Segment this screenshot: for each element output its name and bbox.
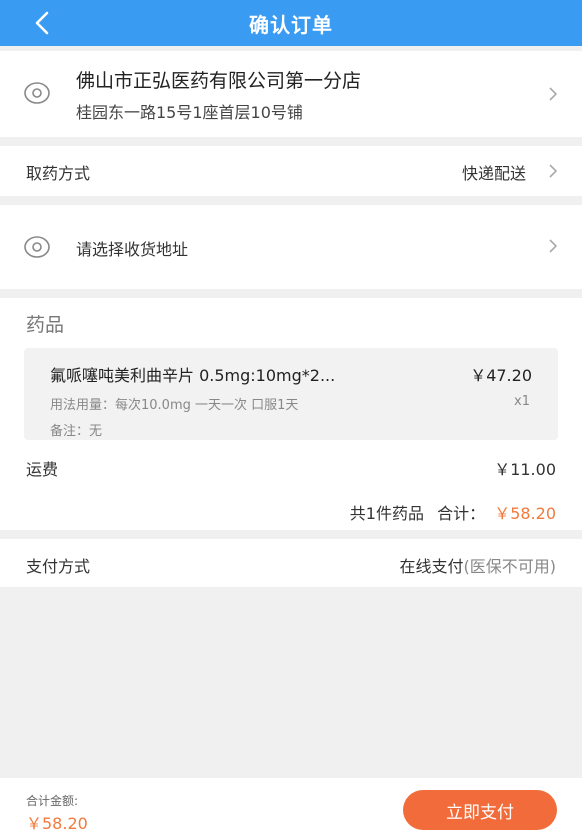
- medicine-name: 氟哌噻吨美利曲辛片 0.5mg:10mg*2...: [50, 366, 336, 385]
- payment-method-row[interactable]: 支付方式 在线支付(医保不可用): [0, 539, 582, 587]
- subtotal-value: ￥58.20: [494, 504, 556, 523]
- store-card[interactable]: 佛山市正弘医药有限公司第一分店 桂园东一路15号1座首层10号铺: [0, 51, 582, 137]
- subtotal-label: 合计：: [437, 504, 486, 523]
- address-select-row[interactable]: 请选择收货地址: [0, 205, 582, 289]
- chevron-right-icon: [548, 238, 558, 254]
- chevron-left-icon: [35, 11, 49, 35]
- medicine-usage: 用法用量：每次10.0mg 一天一次 口服1天: [50, 398, 299, 413]
- pickup-method-label: 取药方式: [26, 164, 91, 183]
- payment-method-label: 支付方式: [26, 557, 91, 576]
- location-pin-icon: [24, 234, 50, 260]
- pay-now-button[interactable]: 立即支付: [403, 790, 557, 830]
- medicine-note: 备注：无: [50, 424, 103, 439]
- chevron-right-icon: [548, 163, 558, 179]
- shipping-label: 运费: [26, 460, 59, 479]
- shipping-value: ￥11.00: [494, 460, 556, 479]
- top-navigation-bar: 确认订单: [0, 0, 582, 46]
- store-name: 佛山市正弘医药有限公司第一分店: [76, 70, 362, 92]
- store-address: 桂园东一路15号1座首层10号铺: [76, 103, 303, 122]
- chevron-right-icon: [548, 86, 558, 102]
- back-button[interactable]: [26, 7, 58, 39]
- address-placeholder: 请选择收货地址: [76, 240, 189, 259]
- medicine-quantity: x1: [514, 394, 530, 409]
- payment-method-value: 在线支付: [399, 557, 464, 576]
- pickup-method-value: 快递配送: [461, 164, 526, 183]
- total-amount-value: ￥58.20: [26, 814, 88, 833]
- total-amount-label: 合计金额:: [26, 794, 79, 808]
- item-count: 共1件药品: [349, 504, 424, 523]
- order-summary: 共1件药品 合计： ￥58.20: [350, 500, 556, 524]
- payment-method-note: (医保不可用): [463, 557, 557, 576]
- pickup-method-row[interactable]: 取药方式 快递配送: [0, 146, 582, 196]
- medicine-item: 氟哌噻吨美利曲辛片 0.5mg:10mg*2... ￥47.20 用法用量：每次…: [24, 348, 558, 440]
- page-title: 确认订单: [249, 12, 333, 37]
- bottom-checkout-bar: 合计金额: ￥58.20 立即支付: [0, 778, 582, 838]
- medicine-section-title: 药品: [26, 314, 65, 336]
- medicine-price: ￥47.20: [470, 366, 532, 385]
- medicine-section: 药品 氟哌噻吨美利曲辛片 0.5mg:10mg*2... ￥47.20 用法用量…: [0, 298, 582, 530]
- payment-method-value-group: 在线支付(医保不可用): [399, 553, 556, 577]
- location-pin-icon: [24, 80, 50, 106]
